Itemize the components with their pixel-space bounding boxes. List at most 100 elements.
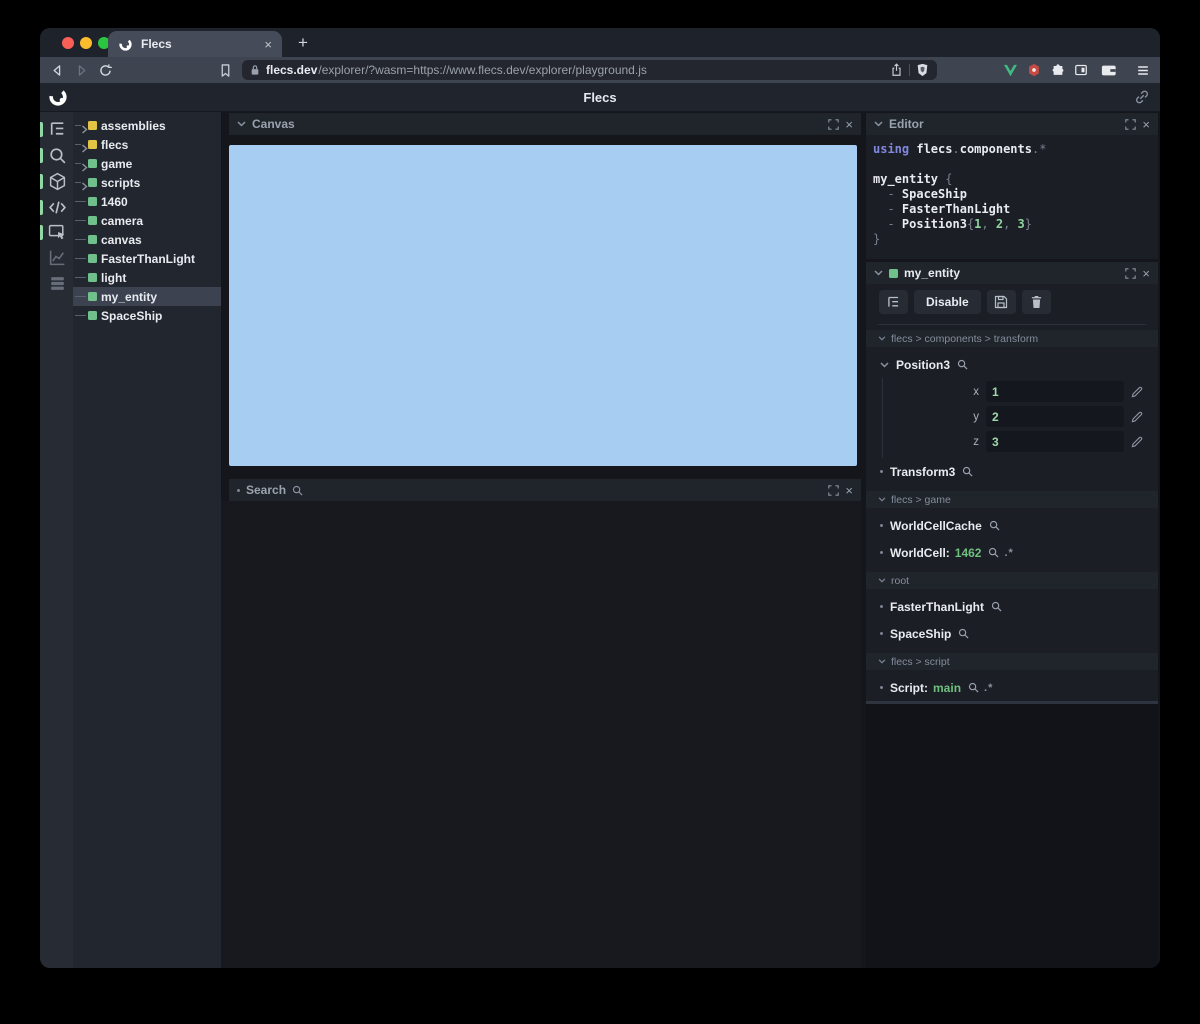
tree-item-light[interactable]: light [73, 268, 221, 287]
share-icon[interactable] [890, 63, 903, 77]
magnifier-icon[interactable] [991, 601, 1002, 612]
close-icon[interactable]: × [1142, 118, 1150, 131]
inspector-panel-header[interactable]: my_entity × [866, 262, 1158, 284]
canvas-viewport[interactable] [229, 145, 857, 466]
brave-shield-icon[interactable] [916, 63, 929, 77]
edit-pencil-icon[interactable] [1124, 411, 1150, 423]
tree-item-camera[interactable]: camera [73, 211, 221, 230]
editor-panel-header[interactable]: Editor × [866, 113, 1158, 135]
window-minimize-button[interactable] [80, 37, 92, 49]
tab-title: Flecs [141, 37, 172, 51]
delete-button[interactable] [1021, 290, 1051, 314]
search-panel-header[interactable]: Search × [229, 479, 861, 501]
activity-item-canvas[interactable] [40, 221, 73, 245]
canvas-panel-header[interactable]: Canvas × [229, 113, 861, 135]
component-row-Transform3[interactable]: Transform3 [866, 458, 1158, 485]
expand-icon[interactable] [828, 118, 840, 130]
component-value: 1462 [954, 545, 982, 560]
tree-item-my_entity[interactable]: my_entity [73, 287, 221, 306]
browser-menu-icon[interactable] [1134, 61, 1152, 79]
inspector-scrollbar[interactable] [866, 701, 1158, 704]
expand-icon[interactable] [828, 484, 840, 496]
edit-pencil-icon[interactable] [1124, 436, 1150, 448]
section-header[interactable]: flecs > components > transform [866, 330, 1158, 347]
entity-tree-list: assemblies flecs game scripts 1460 camera canv… [73, 116, 221, 325]
tree-item-1460[interactable]: 1460 [73, 192, 221, 211]
wallet-icon[interactable] [1100, 61, 1118, 79]
expand-icon[interactable] [1125, 267, 1137, 279]
magnifier-icon[interactable] [989, 520, 1000, 531]
close-icon[interactable]: × [845, 118, 853, 131]
disable-button[interactable]: Disable [914, 290, 981, 314]
component-row-WorldCell[interactable]: WorldCell: 1462 .* [866, 539, 1158, 566]
reload-icon[interactable] [96, 61, 114, 79]
tree-item-label: camera [101, 214, 144, 228]
chevron-down-icon [237, 121, 246, 127]
window-close-button[interactable] [62, 37, 74, 49]
bookmark-icon[interactable] [216, 61, 234, 79]
chevron-down-icon [874, 270, 883, 276]
component-row-Position3[interactable]: Position3 [866, 351, 1158, 378]
tree-item-FasterThanLight[interactable]: FasterThanLight [73, 249, 221, 268]
new-tab-button[interactable]: + [292, 32, 314, 54]
tree-item-flecs[interactable]: flecs [73, 135, 221, 154]
tree-item-game[interactable]: game [73, 154, 221, 173]
component-row-FasterThanLight[interactable]: FasterThanLight [866, 593, 1158, 620]
field-input[interactable]: 3 [986, 431, 1124, 452]
sidebar-panel-icon[interactable] [1072, 61, 1090, 79]
tree-item-scripts[interactable]: scripts [73, 173, 221, 192]
inspector-sections: flecs > components > transform Position3 x… [866, 330, 1158, 704]
red-extension-icon[interactable] [1025, 61, 1043, 79]
extensions-puzzle-icon[interactable] [1049, 61, 1067, 79]
component-name: Position3 [896, 357, 951, 372]
vue-devtools-extension-icon[interactable] [1001, 61, 1019, 79]
close-icon[interactable]: × [1142, 267, 1150, 280]
tree-connector [75, 315, 86, 316]
field-input[interactable]: 1 [986, 381, 1124, 402]
code-editor[interactable]: using flecs.components.* my_entity { - S… [873, 142, 1151, 247]
activity-item-tree[interactable] [40, 118, 73, 142]
tree-item-SpaceShip[interactable]: SpaceShip [73, 306, 221, 325]
section-header[interactable]: flecs > game [866, 491, 1158, 508]
canvas-icon [48, 223, 67, 242]
field-input[interactable]: 2 [986, 406, 1124, 427]
magnifier-icon[interactable] [988, 547, 999, 558]
share-link-icon[interactable] [1134, 89, 1150, 110]
browser-window: Flecs × + flecs.dev /explorer/?wasm=http… [40, 28, 1160, 968]
tree-item-assemblies[interactable]: assemblies [73, 116, 221, 135]
entity-tree-button[interactable] [879, 290, 908, 314]
close-icon[interactable]: × [845, 484, 853, 497]
expand-icon[interactable] [1125, 118, 1137, 130]
component-row-Script[interactable]: Script: main .* [866, 674, 1158, 701]
component-row-SpaceShip[interactable]: SpaceShip [866, 620, 1158, 647]
activity-item-search[interactable] [40, 144, 73, 168]
tree-item-canvas[interactable]: canvas [73, 230, 221, 249]
tree-connector [75, 258, 86, 259]
browser-toolbar: flecs.dev /explorer/?wasm=https://www.fl… [40, 57, 1160, 83]
editor-panel-body[interactable]: using flecs.components.* my_entity { - S… [866, 135, 1158, 259]
section-header[interactable]: flecs > script [866, 653, 1158, 670]
back-icon[interactable] [48, 61, 66, 79]
save-button[interactable] [986, 290, 1016, 314]
activity-item-stats[interactable] [40, 246, 73, 270]
browser-tab[interactable]: Flecs × [108, 31, 282, 57]
magnifier-icon[interactable] [292, 485, 303, 496]
activity-item-entities[interactable] [40, 170, 73, 194]
activity-item-tables[interactable] [40, 272, 73, 296]
bullet-icon [880, 632, 883, 635]
section-header[interactable]: root [866, 572, 1158, 589]
activity-item-code[interactable] [40, 196, 73, 220]
field-row-z: z3 [883, 429, 1150, 454]
magnifier-icon[interactable] [957, 359, 968, 370]
magnifier-icon[interactable] [968, 682, 979, 693]
component-name: Script: [890, 680, 929, 695]
component-row-WorldCellCache[interactable]: WorldCellCache [866, 512, 1158, 539]
edit-pencil-icon[interactable] [1124, 386, 1150, 398]
section-path: flecs > script [891, 655, 950, 668]
forward-icon[interactable] [72, 61, 90, 79]
magnifier-icon[interactable] [962, 466, 973, 477]
tab-close-icon[interactable]: × [264, 38, 272, 51]
url-bar[interactable]: flecs.dev /explorer/?wasm=https://www.fl… [242, 60, 937, 80]
tree-item-label: scripts [101, 176, 141, 190]
magnifier-icon[interactable] [958, 628, 969, 639]
